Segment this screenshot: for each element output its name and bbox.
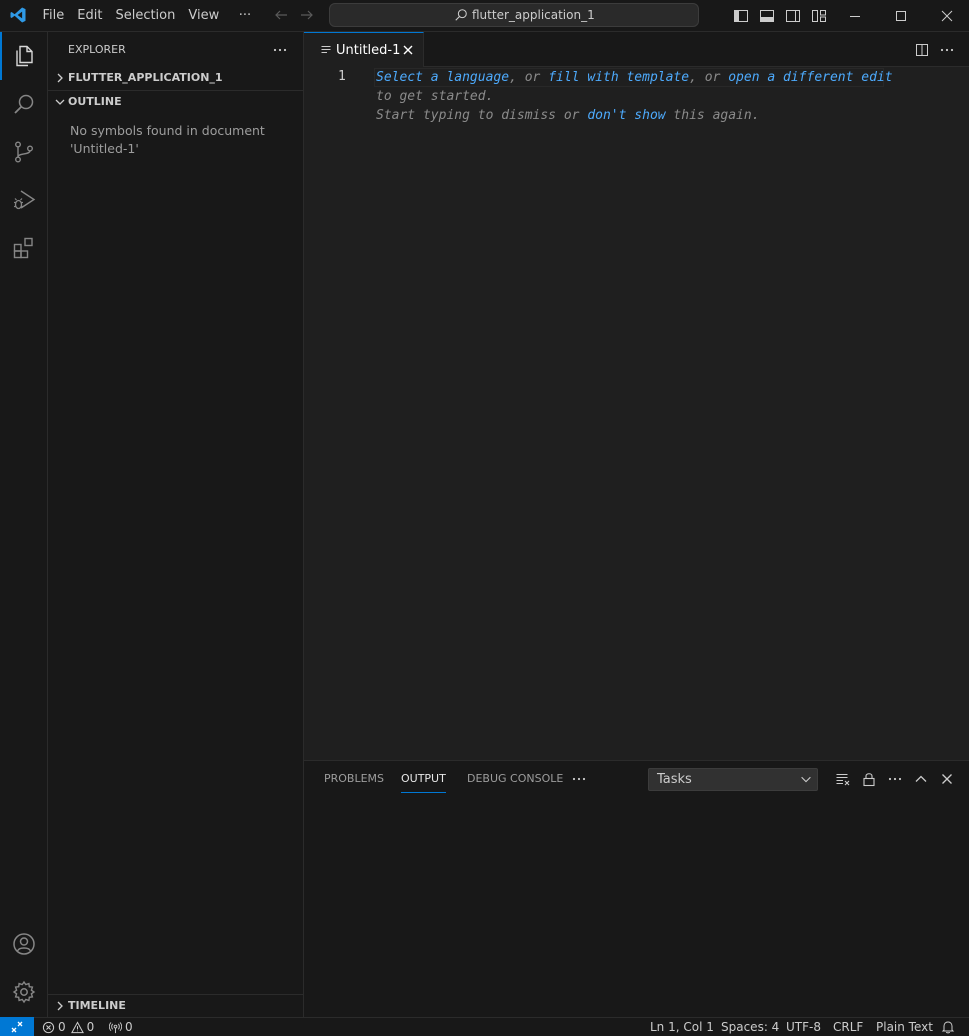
activity-run-debug[interactable] (0, 176, 48, 224)
error-count: 0 (58, 1019, 66, 1034)
toggle-panel-icon[interactable] (759, 8, 775, 24)
activity-search[interactable] (0, 80, 48, 128)
encoding[interactable]: UTF-8 (786, 1018, 821, 1036)
hint-text: , or (509, 70, 549, 85)
editor-tab-bar: Untitled-1 (304, 32, 969, 67)
fill-template-link[interactable]: fill with template (548, 70, 689, 85)
menu-file[interactable]: File (36, 0, 71, 31)
hint-text: this again. (665, 108, 760, 123)
outline-empty-message: No symbols found in document 'Untitled-1… (70, 123, 265, 156)
customize-layout-icon[interactable] (811, 8, 827, 24)
tab-debug-console[interactable]: DEBUG CONSOLE (467, 761, 563, 796)
command-center[interactable]: flutter_application_1 (329, 3, 699, 27)
indentation[interactable]: Spaces: 4 (721, 1018, 779, 1036)
chevron-down-icon (55, 99, 65, 105)
cursor-position[interactable]: Ln 1, Col 1 (650, 1018, 714, 1036)
folder-name: FLUTTER_APPLICATION_1 (68, 71, 223, 84)
menu-more[interactable]: ··· (226, 0, 258, 31)
menu-bar: File Edit Selection View ··· (36, 0, 258, 31)
sidebar-title: EXPLORER (68, 43, 126, 56)
menu-edit[interactable]: Edit (71, 0, 109, 31)
lock-scroll-icon[interactable] (861, 771, 877, 787)
hint-text: Start typing to dismiss or (376, 108, 588, 123)
chevron-right-icon (57, 1001, 63, 1011)
status-bar: 0 0 0 Ln 1, Col 1 Spaces: 4 UTF-8 CRLF P… (0, 1017, 969, 1036)
folder-section-header[interactable]: FLUTTER_APPLICATION_1 (48, 67, 303, 89)
activity-extensions[interactable] (0, 224, 48, 272)
search-icon (14, 94, 34, 114)
editor-more-actions-icon[interactable] (939, 42, 955, 58)
timeline-title: TIMELINE (68, 999, 126, 1012)
vscode-logo-icon (10, 7, 26, 23)
manage-gear-icon (12, 980, 36, 1004)
language-mode[interactable]: Plain Text (876, 1018, 933, 1036)
back-arrow-icon[interactable] (273, 7, 289, 23)
toggle-primary-sidebar-icon[interactable] (733, 8, 749, 24)
explorer-icon (16, 45, 33, 67)
open-different-editor-link[interactable]: open a different edit (728, 70, 892, 85)
clear-output-icon[interactable] (835, 771, 851, 787)
ports-count: 0 (125, 1019, 133, 1034)
tab-untitled-1[interactable]: Untitled-1 (304, 32, 424, 67)
run-debug-icon (14, 190, 36, 210)
line-number: 1 (338, 69, 346, 84)
warning-count: 0 (86, 1019, 95, 1034)
tab-problems[interactable]: PROBLEMS (324, 761, 384, 796)
editor-hint-line-2: to get started. (376, 89, 494, 104)
sidebar: EXPLORER FLUTTER_APPLICATION_1 OUTLINE N… (48, 32, 304, 1017)
forward-arrow-icon[interactable] (299, 7, 315, 23)
outline-title: OUTLINE (68, 95, 122, 108)
tab-output[interactable]: OUTPUT (401, 761, 446, 796)
bell-icon (941, 1021, 955, 1034)
minimize-icon[interactable] (847, 8, 863, 24)
close-window-icon[interactable] (939, 8, 955, 24)
search-icon (455, 9, 467, 21)
text-editor[interactable]: 1 Select a language, or fill with templa… (304, 67, 969, 760)
problems-status[interactable]: 0 0 (42, 1018, 94, 1036)
activity-explorer[interactable] (0, 32, 48, 80)
error-icon (42, 1021, 55, 1033)
end-of-line[interactable]: CRLF (833, 1018, 863, 1036)
dont-show-link[interactable]: don't show (587, 108, 665, 123)
editor-hint-line-3: Start typing to dismiss or don't show th… (376, 106, 760, 125)
output-channel-value: Tasks (657, 772, 692, 787)
tab-label: Untitled-1 (336, 43, 401, 58)
command-center-label: flutter_application_1 (472, 8, 595, 22)
warning-icon (70, 1020, 84, 1033)
title-bar: File Edit Selection View ··· flutter_app… (0, 0, 969, 32)
maximize-icon[interactable] (893, 8, 909, 24)
menu-selection[interactable]: Selection (109, 0, 182, 31)
outline-section-header[interactable]: OUTLINE (48, 91, 303, 113)
panel-tabs-more-icon[interactable] (571, 771, 587, 787)
toggle-secondary-sidebar-icon[interactable] (785, 8, 801, 24)
select-language-link[interactable]: Select a language (376, 70, 509, 85)
menu-view[interactable]: View (182, 0, 226, 31)
activity-source-control[interactable] (0, 128, 48, 176)
activity-manage[interactable] (0, 968, 48, 1016)
activity-bar (0, 32, 48, 1017)
hint-text: , or (689, 70, 729, 85)
close-panel-icon[interactable] (939, 771, 955, 787)
notifications[interactable] (941, 1018, 955, 1036)
remote-icon (11, 1021, 23, 1033)
ports-status[interactable]: 0 (109, 1018, 133, 1036)
timeline-section-header[interactable]: TIMELINE (48, 995, 303, 1017)
remote-indicator[interactable] (0, 1017, 34, 1036)
more-actions-icon[interactable] (272, 42, 288, 58)
maximize-panel-icon[interactable] (913, 771, 929, 787)
activity-accounts[interactable] (0, 920, 48, 968)
bottom-panel: PROBLEMS OUTPUT DEBUG CONSOLE Tasks (304, 760, 969, 1017)
panel-more-actions-icon[interactable] (887, 771, 903, 787)
editor-hint-line-1: Select a language, or fill with template… (376, 68, 893, 87)
plain-text-file-icon (321, 45, 331, 54)
source-control-icon (15, 141, 33, 163)
broadcast-icon (109, 1021, 122, 1033)
chevron-right-icon (57, 73, 63, 83)
chevron-down-icon (801, 776, 811, 783)
extensions-icon (13, 237, 33, 259)
accounts-icon (13, 933, 35, 955)
close-tab-icon[interactable] (401, 43, 415, 57)
output-channel-select[interactable]: Tasks (648, 768, 818, 791)
split-editor-icon[interactable] (914, 42, 930, 58)
